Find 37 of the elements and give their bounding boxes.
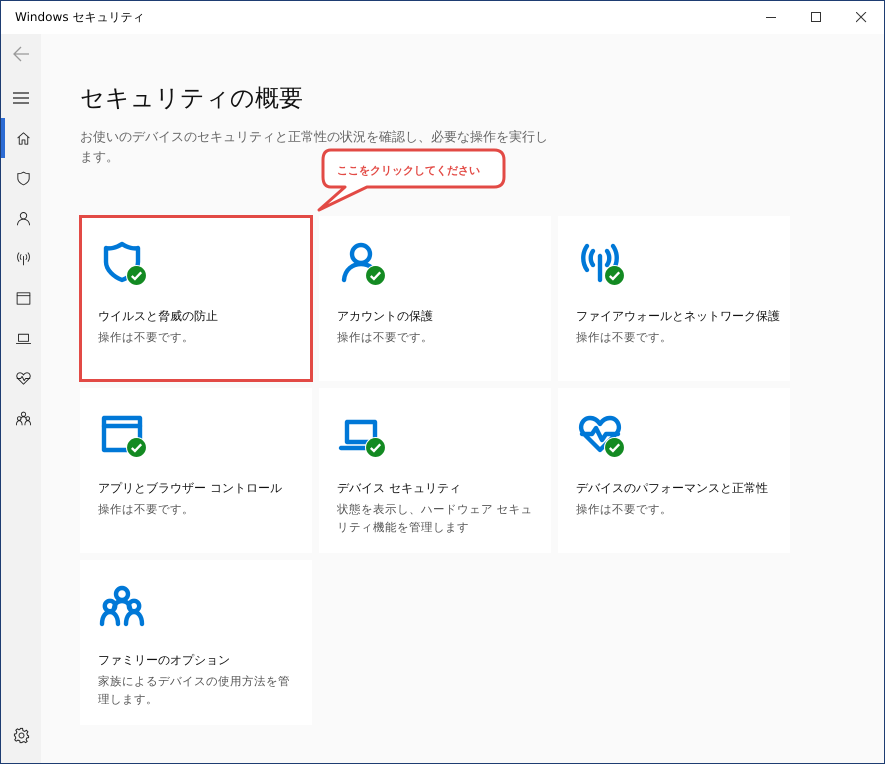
card-title: デバイスのパフォーマンスと正常性 [576, 480, 769, 497]
card-status: 操作は不要です。 [98, 501, 195, 518]
card-status: 操作は不要です。 [576, 329, 673, 346]
card-title: アカウントの保護 [337, 308, 434, 325]
callout-text: ここをクリックしてください [337, 163, 480, 178]
card-status: 操作は不要です。 [98, 329, 195, 346]
card-status: 操作は不要です。 [337, 329, 434, 346]
feature-card[interactable]: ファミリーのオプション 家族によるデバイスの使用方法を管理します。 [80, 560, 312, 725]
feature-card[interactable]: ファイアウォールとネットワーク保護 操作は不要です。 [558, 216, 790, 381]
close-icon [856, 12, 867, 23]
home-icon [14, 130, 32, 146]
feature-card[interactable]: デバイスのパフォーマンスと正常性 操作は不要です。 [558, 388, 790, 553]
card-status: 状態を表示し、ハードウェア セキュリティ機能を管理します [337, 501, 534, 536]
card-title: ウイルスと脅威の防止 [98, 308, 219, 325]
feature-card[interactable]: アカウントの保護 操作は不要です。 [319, 216, 551, 381]
feature-card[interactable]: デバイス セキュリティ 状態を表示し、ハードウェア セキュリティ機能を管理します [319, 388, 551, 553]
shield-icon [14, 170, 32, 186]
wireless-icon [14, 250, 32, 266]
menu-icon [12, 91, 30, 105]
card-title: デバイス セキュリティ [337, 480, 462, 497]
card-title: アプリとブラウザー コントロール [98, 480, 283, 497]
family-icon [14, 410, 32, 426]
feature-card[interactable]: ウイルスと脅威の防止 操作は不要です。 [80, 216, 312, 381]
window-title: Windows セキュリティ [14, 9, 146, 26]
browser-icon [14, 290, 32, 306]
card-title: ファミリーのオプション [98, 652, 231, 669]
page-description: お使いのデバイスのセキュリティと正常性の状況を確認し、必要な操作を実行します。 [80, 129, 549, 166]
card-status: 家族によるデバイスの使用方法を管理します。 [98, 673, 291, 708]
heart-icon [14, 370, 32, 386]
settings-icon [12, 726, 30, 744]
maximize-icon [811, 12, 822, 23]
page-title: セキュリティの概要 [80, 83, 304, 114]
card-title: ファイアウォールとネットワーク保護 [576, 308, 781, 325]
back-arrow-icon [11, 44, 31, 64]
card-status: 操作は不要です。 [576, 501, 673, 518]
person-icon [14, 210, 32, 226]
feature-card[interactable]: アプリとブラウザー コントロール 操作は不要です。 [80, 388, 312, 553]
